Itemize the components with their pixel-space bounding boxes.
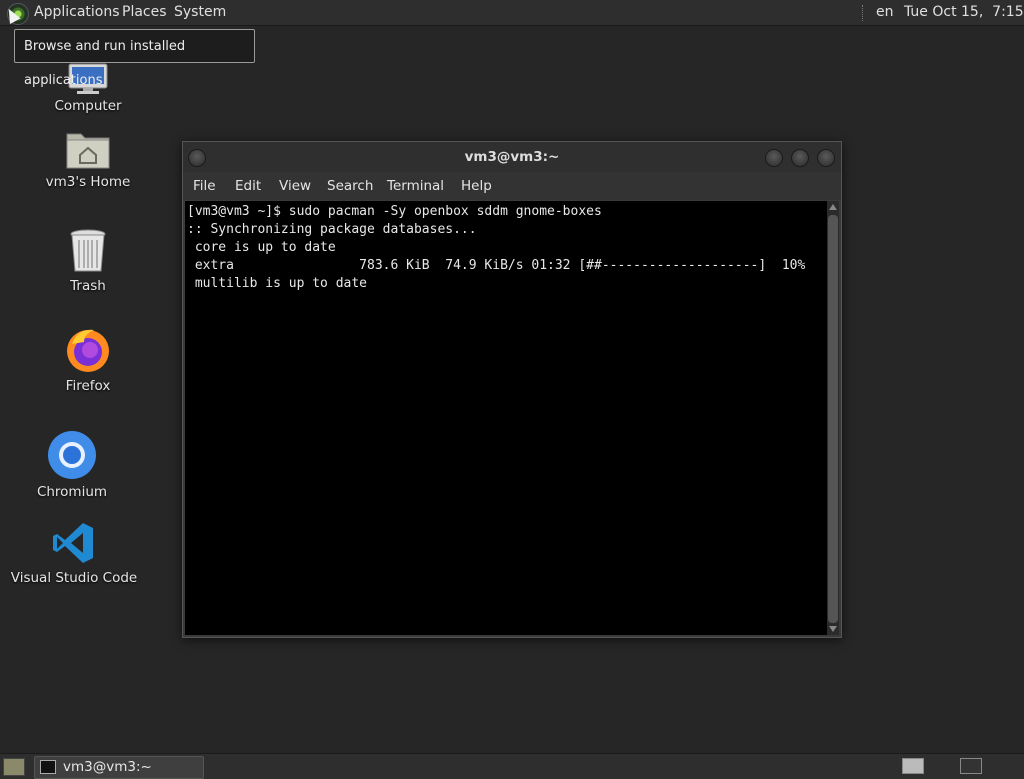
desktop-icon-label: Visual Studio Code [10, 570, 138, 586]
menu-view[interactable]: View [279, 172, 311, 200]
scroll-down-arrow-icon[interactable] [829, 626, 837, 632]
panel-separator [862, 5, 865, 21]
terminal-icon [40, 760, 56, 774]
menu-edit[interactable]: Edit [235, 172, 261, 200]
terminal-line: [vm3@vm3 ~]$ sudo pacman -Sy openbox sdd… [187, 204, 602, 219]
terminal-line: core is up to date [187, 240, 336, 255]
chromium-icon [48, 431, 96, 479]
terminal-line: multilib is up to date [187, 276, 368, 291]
close-button[interactable] [817, 149, 835, 167]
places-menu[interactable]: Places [122, 0, 167, 25]
desktop-icon-chromium[interactable]: Chromium [7, 430, 137, 500]
menu-terminal[interactable]: Terminal [387, 172, 444, 200]
desktop-icon-vscode[interactable]: Visual Studio Code [9, 520, 139, 586]
terminal-line: extra 783.6 KiB 74.9 KiB/s 01:32 [##----… [187, 258, 806, 273]
taskbar-terminal-button[interactable]: vm3@vm3:~ [34, 756, 204, 779]
desktop-icon-label: Firefox [65, 378, 111, 394]
workspace-1[interactable] [902, 758, 924, 774]
maximize-button[interactable] [791, 149, 809, 167]
terminal-menubar: File Edit View Search Terminal Help [183, 172, 841, 200]
desktop-icon-label: Trash [70, 278, 106, 294]
desktop-icon-home[interactable]: vm3's Home [23, 128, 153, 190]
workspace-2[interactable] [960, 758, 982, 774]
applications-menu[interactable]: Applications [34, 0, 120, 25]
scroll-up-arrow-icon[interactable] [829, 204, 837, 210]
taskbar-label: vm3@vm3:~ [63, 759, 152, 775]
keyboard-layout-indicator[interactable]: en [876, 0, 894, 25]
show-desktop-icon[interactable] [3, 758, 25, 776]
menu-file[interactable]: File [193, 172, 216, 200]
menu-help[interactable]: Help [461, 172, 492, 200]
scrollbar-thumb[interactable] [828, 215, 838, 623]
terminal-output[interactable]: [vm3@vm3 ~]$ sudo pacman -Sy openbox sdd… [185, 201, 827, 635]
desktop-icon-firefox[interactable]: Firefox [23, 326, 153, 394]
menu-search[interactable]: Search [327, 172, 373, 200]
desktop-icon-trash[interactable]: Trash [23, 228, 153, 294]
window-titlebar[interactable]: vm3@vm3:~ [183, 142, 841, 172]
home-folder-icon [66, 133, 110, 169]
applications-tooltip: Browse and run installed applications [14, 29, 255, 88]
system-menu[interactable]: System [174, 0, 226, 25]
terminal-window[interactable]: vm3@vm3:~ File Edit View Search Terminal… [182, 141, 842, 638]
window-title: vm3@vm3:~ [464, 149, 560, 165]
top-panel: Applications Places System en Tue Oct 15… [0, 0, 1024, 26]
desktop-icon-label: Chromium [36, 484, 108, 500]
firefox-icon [67, 329, 109, 372]
clock[interactable]: Tue Oct 15, 7:15 PM [904, 0, 1024, 25]
vscode-icon [53, 523, 93, 563]
terminal-scrollbar[interactable] [827, 201, 839, 635]
desktop-icon-label: vm3's Home [45, 174, 131, 190]
terminal-line: :: Synchronizing package databases... [187, 222, 477, 237]
trash-icon [70, 229, 106, 272]
desktop-icon-label: Computer [54, 98, 122, 114]
bottom-panel: vm3@vm3:~ [0, 753, 1024, 779]
minimize-button[interactable] [765, 149, 783, 167]
